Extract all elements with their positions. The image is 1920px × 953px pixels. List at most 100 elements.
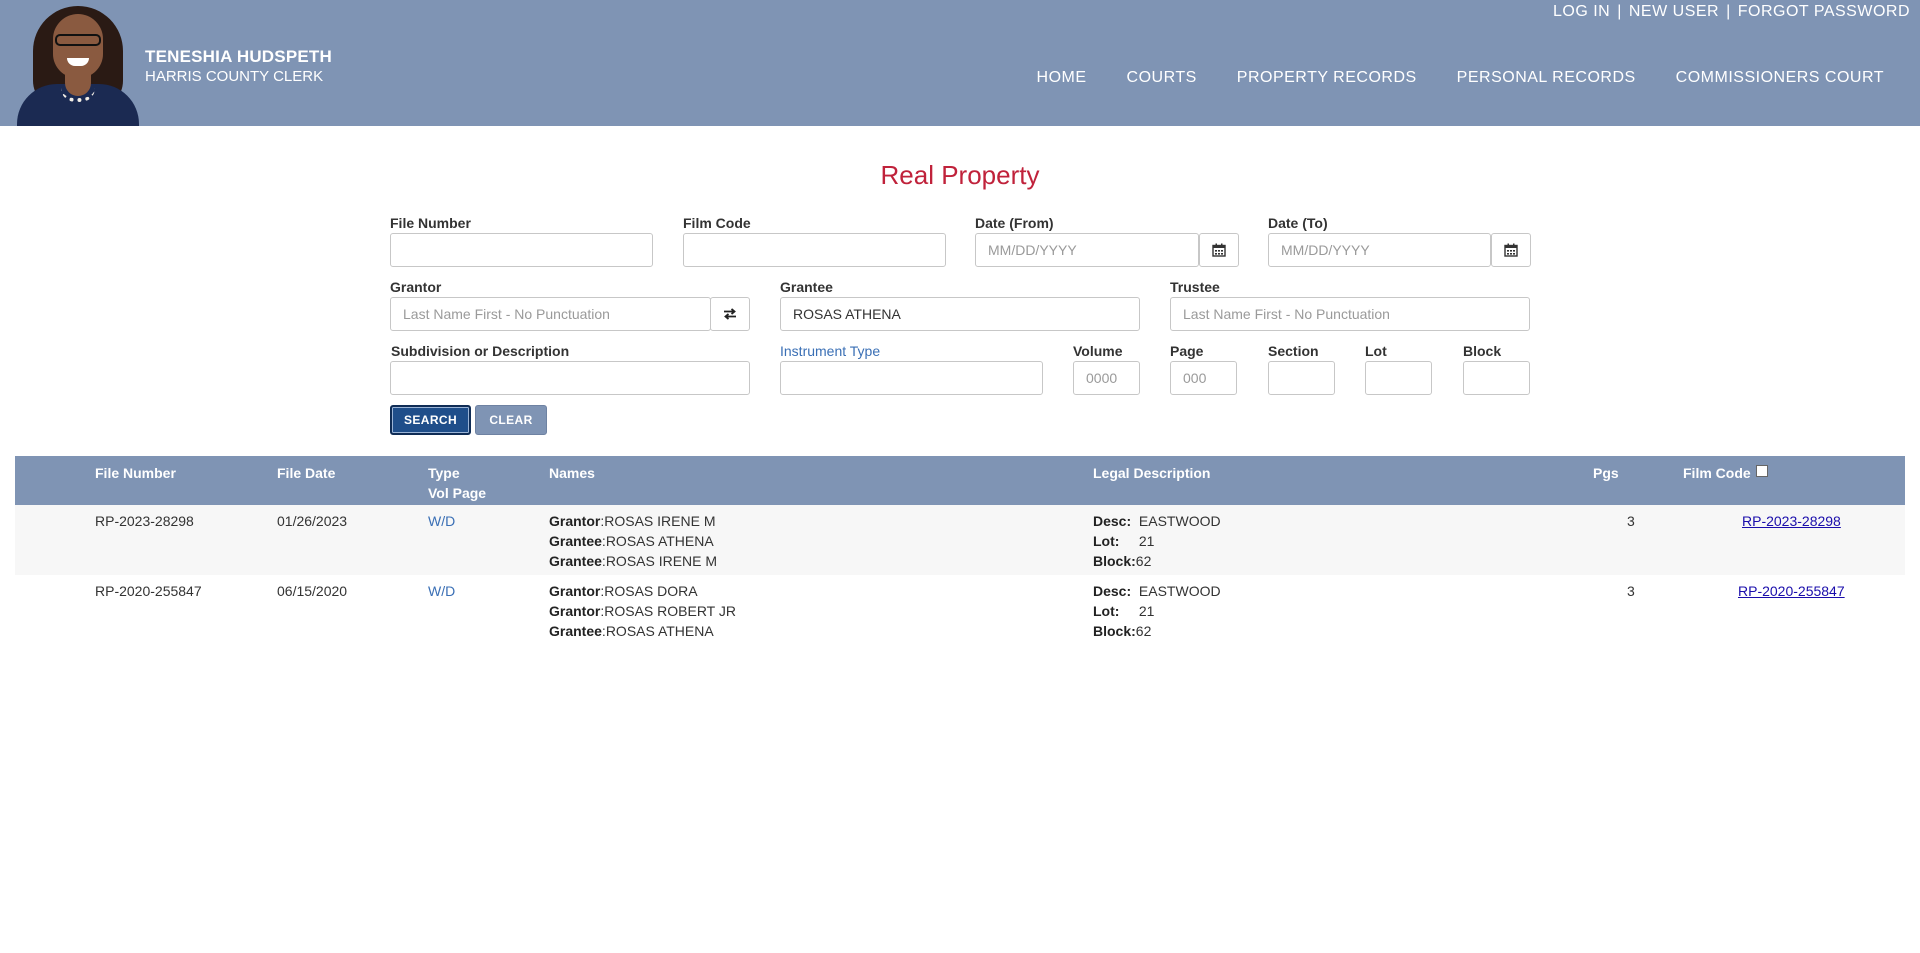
nav-courts[interactable]: COURTS [1127, 69, 1197, 87]
row-type-link[interactable]: W/D [428, 583, 455, 599]
lot-input[interactable] [1365, 361, 1432, 395]
swap-icon [724, 308, 736, 320]
trustee-label: Trustee [1170, 279, 1220, 295]
col-type-label[interactable]: Type [428, 463, 486, 483]
separator: | [1726, 3, 1731, 20]
row-file-date: 06/15/2020 [277, 583, 348, 599]
login-link[interactable]: LOG IN [1553, 3, 1610, 20]
desc-value: EASTWOOD [1138, 513, 1221, 529]
search-button[interactable]: SEARCH [390, 405, 471, 435]
clerk-title: HARRIS COUNTY CLERK [145, 68, 324, 85]
section-input[interactable] [1268, 361, 1335, 395]
grantee-label: Grantee [780, 279, 833, 295]
grantee-input[interactable] [780, 297, 1140, 331]
block-label: Block: [1093, 553, 1136, 569]
row-pgs: 3 [1627, 583, 1635, 599]
col-file-date[interactable]: File Date [277, 463, 335, 483]
row-names: Grantor:ROSAS IRENE M Grantee:ROSAS ATHE… [549, 513, 718, 569]
block-value: 62 [1135, 623, 1152, 639]
date-from-label: Date (From) [975, 215, 1054, 231]
party-name: ROSAS IRENE M [605, 553, 718, 569]
results-table-header: File Number File Date Type Vol Page Name… [15, 456, 1905, 505]
party-name: ROSAS DORA [604, 583, 698, 599]
table-row: RP-2020-255847 06/15/2020 W/D Grantor:RO… [15, 575, 1905, 645]
block-label: Block: [1093, 623, 1136, 639]
grantor-input[interactable] [390, 297, 711, 331]
site-header: TENESHIA HUDSPETH HARRIS COUNTY CLERK LO… [0, 0, 1920, 126]
party-name: ROSAS IRENE M [604, 513, 716, 529]
block-label: Block [1463, 343, 1502, 359]
name-role: Grantor [549, 513, 601, 529]
col-vol-page-label[interactable]: Vol Page [428, 483, 486, 503]
col-type: Type Vol Page [428, 463, 486, 503]
date-from-calendar-button[interactable] [1199, 233, 1239, 267]
nav-personal-records[interactable]: PERSONAL RECORDS [1457, 69, 1636, 87]
nav-home[interactable]: HOME [1037, 69, 1087, 87]
page-label: Page [1170, 343, 1204, 359]
row-film-code-link[interactable]: RP-2023-28298 [1742, 513, 1841, 529]
volume-input[interactable] [1073, 361, 1140, 395]
lot-value: 21 [1138, 533, 1155, 549]
subdivision-input[interactable] [390, 361, 750, 395]
select-all-checkbox[interactable] [1755, 465, 1768, 477]
swap-grantor-grantee-button[interactable] [710, 297, 750, 331]
name-role: Grantee [549, 533, 602, 549]
file-number-input[interactable] [390, 233, 653, 267]
page-input[interactable] [1170, 361, 1237, 395]
lot-value: 21 [1138, 603, 1155, 619]
date-to-input[interactable] [1268, 233, 1491, 267]
col-names[interactable]: Names [549, 463, 595, 483]
row-file-date: 01/26/2023 [277, 513, 348, 529]
row-type-link[interactable]: W/D [428, 513, 455, 529]
col-pgs[interactable]: Pgs [1593, 463, 1619, 483]
desc-label: Desc: [1093, 513, 1132, 529]
row-names: Grantor:ROSAS DORA Grantor:ROSAS ROBERT … [549, 583, 736, 639]
nav-property-records[interactable]: PROPERTY RECORDS [1237, 69, 1417, 87]
name-role: Grantee [549, 623, 602, 639]
new-user-link[interactable]: NEW USER [1629, 3, 1719, 20]
name-role: Grantor [549, 583, 601, 599]
party-name: ROSAS ATHENA [605, 533, 714, 549]
lot-label: Lot: [1093, 533, 1120, 549]
date-to-label: Date (To) [1268, 215, 1328, 231]
col-film-code-label[interactable]: Film Code [1683, 465, 1751, 481]
name-role: Grantee [549, 553, 602, 569]
subdivision-label: Subdivision or Description [391, 343, 570, 359]
clerk-portrait [15, 0, 141, 126]
trustee-input[interactable] [1170, 297, 1530, 331]
row-file-number: RP-2020-255847 [95, 583, 202, 599]
desc-label: Desc: [1093, 583, 1132, 599]
desc-value: EASTWOOD [1138, 583, 1221, 599]
file-number-label: File Number [390, 215, 471, 231]
block-input[interactable] [1463, 361, 1530, 395]
instrument-type-link[interactable]: Instrument Type [780, 343, 880, 359]
section-label: Section [1268, 343, 1319, 359]
row-legal-description: Desc: EASTWOOD Lot: 21 Block:62 [1093, 581, 1221, 641]
page-title: Real Property [880, 160, 1040, 190]
row-file-number: RP-2023-28298 [95, 513, 194, 529]
clear-button[interactable]: CLEAR [475, 405, 547, 435]
name-role: Grantor [549, 603, 601, 619]
clerk-name: TENESHIA HUDSPETH [145, 47, 332, 66]
row-film-code-link[interactable]: RP-2020-255847 [1738, 583, 1845, 599]
volume-label: Volume [1073, 343, 1123, 359]
date-from-input[interactable] [975, 233, 1199, 267]
col-legal-description[interactable]: Legal Description [1093, 463, 1210, 483]
calendar-icon [1212, 243, 1226, 257]
film-code-input[interactable] [683, 233, 946, 267]
date-to-calendar-button[interactable] [1491, 233, 1531, 267]
main-nav: HOME COURTS PROPERTY RECORDS PERSONAL RE… [1037, 69, 1884, 87]
calendar-icon [1504, 243, 1518, 257]
block-value: 62 [1135, 553, 1152, 569]
col-film-code: Film Code [1683, 463, 1768, 483]
film-code-label: Film Code [683, 215, 751, 231]
row-legal-description: Desc: EASTWOOD Lot: 21 Block:62 [1093, 511, 1221, 571]
table-row: RP-2023-28298 01/26/2023 W/D Grantor:ROS… [15, 505, 1905, 575]
col-file-number[interactable]: File Number [95, 463, 176, 483]
lot-label: Lot [1365, 343, 1387, 359]
account-links: LOG IN | NEW USER | FORGOT PASSWORD [1553, 3, 1910, 21]
party-name: ROSAS ROBERT JR [604, 603, 736, 619]
nav-commissioners-court[interactable]: COMMISSIONERS COURT [1676, 69, 1884, 87]
instrument-type-input[interactable] [780, 361, 1043, 395]
forgot-password-link[interactable]: FORGOT PASSWORD [1738, 3, 1910, 20]
